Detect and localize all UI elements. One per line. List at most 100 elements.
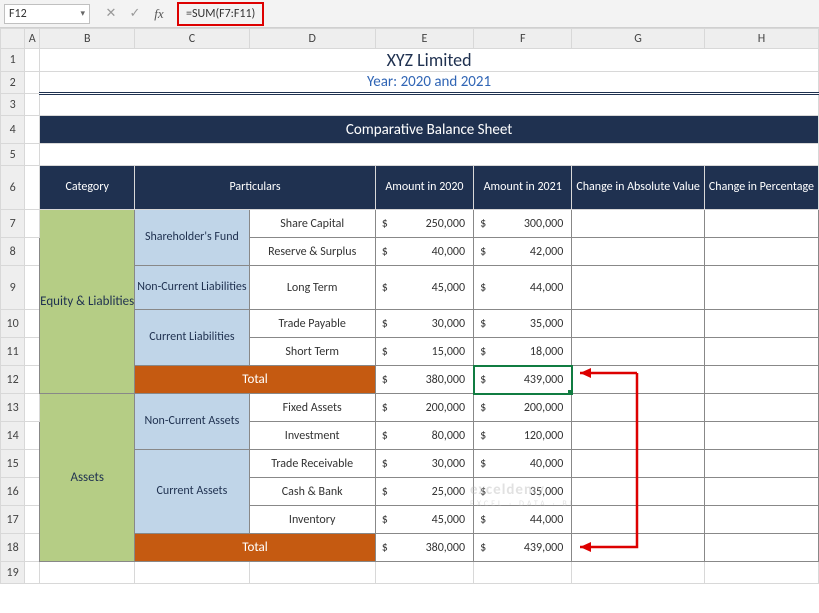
cell[interactable] bbox=[572, 366, 705, 394]
cell[interactable]: $35,000 bbox=[474, 310, 572, 338]
row-header[interactable]: 7 bbox=[1, 210, 25, 238]
cell[interactable] bbox=[704, 478, 818, 506]
col-header[interactable]: G bbox=[572, 29, 705, 49]
cell[interactable]: $35,000 bbox=[474, 478, 572, 506]
row-header[interactable]: 13 bbox=[1, 394, 25, 422]
sub-ca[interactable]: Current Assets bbox=[135, 450, 249, 534]
cell[interactable] bbox=[572, 338, 705, 366]
cell[interactable] bbox=[704, 506, 818, 534]
cell[interactable]: $45,000 bbox=[375, 506, 473, 534]
row-header[interactable]: 4 bbox=[1, 116, 25, 144]
cell[interactable]: $18,000 bbox=[474, 338, 572, 366]
row-header[interactable]: 11 bbox=[1, 338, 25, 366]
cell[interactable] bbox=[704, 394, 818, 422]
row-header[interactable]: 12 bbox=[1, 366, 25, 394]
col-header[interactable]: E bbox=[375, 29, 473, 49]
row-header[interactable]: 17 bbox=[1, 506, 25, 534]
hdr-particulars[interactable]: Particulars bbox=[135, 166, 376, 210]
cell[interactable] bbox=[704, 366, 818, 394]
cell[interactable]: $380,000 bbox=[375, 534, 473, 562]
cell[interactable]: $30,000 bbox=[375, 450, 473, 478]
row-header[interactable]: 16 bbox=[1, 478, 25, 506]
cell[interactable]: $42,000 bbox=[474, 238, 572, 266]
fx-icon[interactable]: fx bbox=[152, 7, 166, 21]
row-header[interactable]: 18 bbox=[1, 534, 25, 562]
cell[interactable] bbox=[572, 238, 705, 266]
cell[interactable]: $200,000 bbox=[375, 394, 473, 422]
sub-ncl[interactable]: Non-Current Liabilities bbox=[135, 266, 249, 310]
cell[interactable] bbox=[572, 210, 705, 238]
selected-cell[interactable]: $439,000 bbox=[474, 366, 572, 394]
cell[interactable]: $250,000 bbox=[375, 210, 473, 238]
hdr-amt2020[interactable]: Amount in 2020 bbox=[375, 166, 473, 210]
company-title[interactable]: XYZ Limited bbox=[40, 49, 819, 72]
cell[interactable] bbox=[572, 310, 705, 338]
cell[interactable]: Cash & Bank bbox=[249, 478, 375, 506]
cell[interactable] bbox=[572, 422, 705, 450]
row-header[interactable]: 2 bbox=[1, 72, 25, 94]
row-header[interactable]: 14 bbox=[1, 422, 25, 450]
cell[interactable]: $80,000 bbox=[375, 422, 473, 450]
cell[interactable]: $30,000 bbox=[375, 310, 473, 338]
cell[interactable]: $15,000 bbox=[375, 338, 473, 366]
cell[interactable] bbox=[704, 210, 818, 238]
cell[interactable] bbox=[704, 422, 818, 450]
cancel-icon[interactable]: ✕ bbox=[104, 7, 118, 21]
cell[interactable] bbox=[704, 338, 818, 366]
cell[interactable]: $44,000 bbox=[474, 506, 572, 534]
cell[interactable]: $44,000 bbox=[474, 266, 572, 310]
total-label[interactable]: Total bbox=[135, 534, 376, 562]
cell[interactable]: $25,000 bbox=[375, 478, 473, 506]
cell[interactable]: Short Term bbox=[249, 338, 375, 366]
hdr-category[interactable]: Category bbox=[40, 166, 135, 210]
cell[interactable]: $380,000 bbox=[375, 366, 473, 394]
col-header[interactable]: H bbox=[704, 29, 818, 49]
row-header[interactable]: 5 bbox=[1, 144, 25, 166]
cell[interactable]: Inventory bbox=[249, 506, 375, 534]
select-all[interactable] bbox=[1, 29, 25, 49]
hdr-amt2021[interactable]: Amount in 2021 bbox=[474, 166, 572, 210]
sub-nca[interactable]: Non-Current Assets bbox=[135, 394, 249, 450]
cell[interactable] bbox=[704, 266, 818, 310]
sub-cl[interactable]: Current Liabilities bbox=[135, 310, 249, 366]
row-header[interactable]: 6 bbox=[1, 166, 25, 210]
cell[interactable]: Trade Payable bbox=[249, 310, 375, 338]
hdr-chgpct[interactable]: Change in Percentage bbox=[704, 166, 818, 210]
cell[interactable] bbox=[572, 506, 705, 534]
grid[interactable]: A B C D E F G H 1 XYZ Limited 2 Year: 20… bbox=[0, 28, 819, 584]
cell[interactable]: $40,000 bbox=[474, 450, 572, 478]
cell[interactable]: Long Term bbox=[249, 266, 375, 310]
section-title[interactable]: Comparative Balance Sheet bbox=[40, 116, 819, 144]
hdr-chgabs[interactable]: Change in Absolute Value bbox=[572, 166, 705, 210]
cell[interactable]: $120,000 bbox=[474, 422, 572, 450]
cell[interactable]: Fixed Assets bbox=[249, 394, 375, 422]
col-header[interactable]: A bbox=[25, 29, 40, 49]
total-label[interactable]: Total bbox=[135, 366, 376, 394]
cell[interactable] bbox=[572, 478, 705, 506]
cell[interactable] bbox=[572, 534, 705, 562]
cell[interactable]: $40,000 bbox=[375, 238, 473, 266]
cat-assets[interactable]: Assets bbox=[40, 394, 135, 562]
cell[interactable] bbox=[704, 450, 818, 478]
sub-shf[interactable]: Shareholder's Fund bbox=[135, 210, 249, 266]
cell[interactable] bbox=[704, 534, 818, 562]
cell[interactable] bbox=[704, 310, 818, 338]
cell[interactable]: $439,000 bbox=[474, 534, 572, 562]
cat-equity[interactable]: Equity & Liablities bbox=[40, 210, 135, 394]
cell[interactable]: $300,000 bbox=[474, 210, 572, 238]
row-header[interactable]: 10 bbox=[1, 310, 25, 338]
cell[interactable] bbox=[572, 394, 705, 422]
row-header[interactable]: 1 bbox=[1, 49, 25, 72]
cell[interactable] bbox=[704, 238, 818, 266]
cell[interactable]: Investment bbox=[249, 422, 375, 450]
cell[interactable]: $45,000 bbox=[375, 266, 473, 310]
row-header[interactable]: 3 bbox=[1, 94, 25, 116]
name-box[interactable]: F12 ▾ bbox=[4, 4, 90, 24]
cell[interactable]: $200,000 bbox=[474, 394, 572, 422]
row-header[interactable]: 9 bbox=[1, 266, 25, 310]
cell[interactable] bbox=[572, 450, 705, 478]
row-header[interactable]: 15 bbox=[1, 450, 25, 478]
cell[interactable]: Reserve & Surplus bbox=[249, 238, 375, 266]
col-header[interactable]: B bbox=[40, 29, 135, 49]
row-header[interactable]: 19 bbox=[1, 562, 25, 584]
